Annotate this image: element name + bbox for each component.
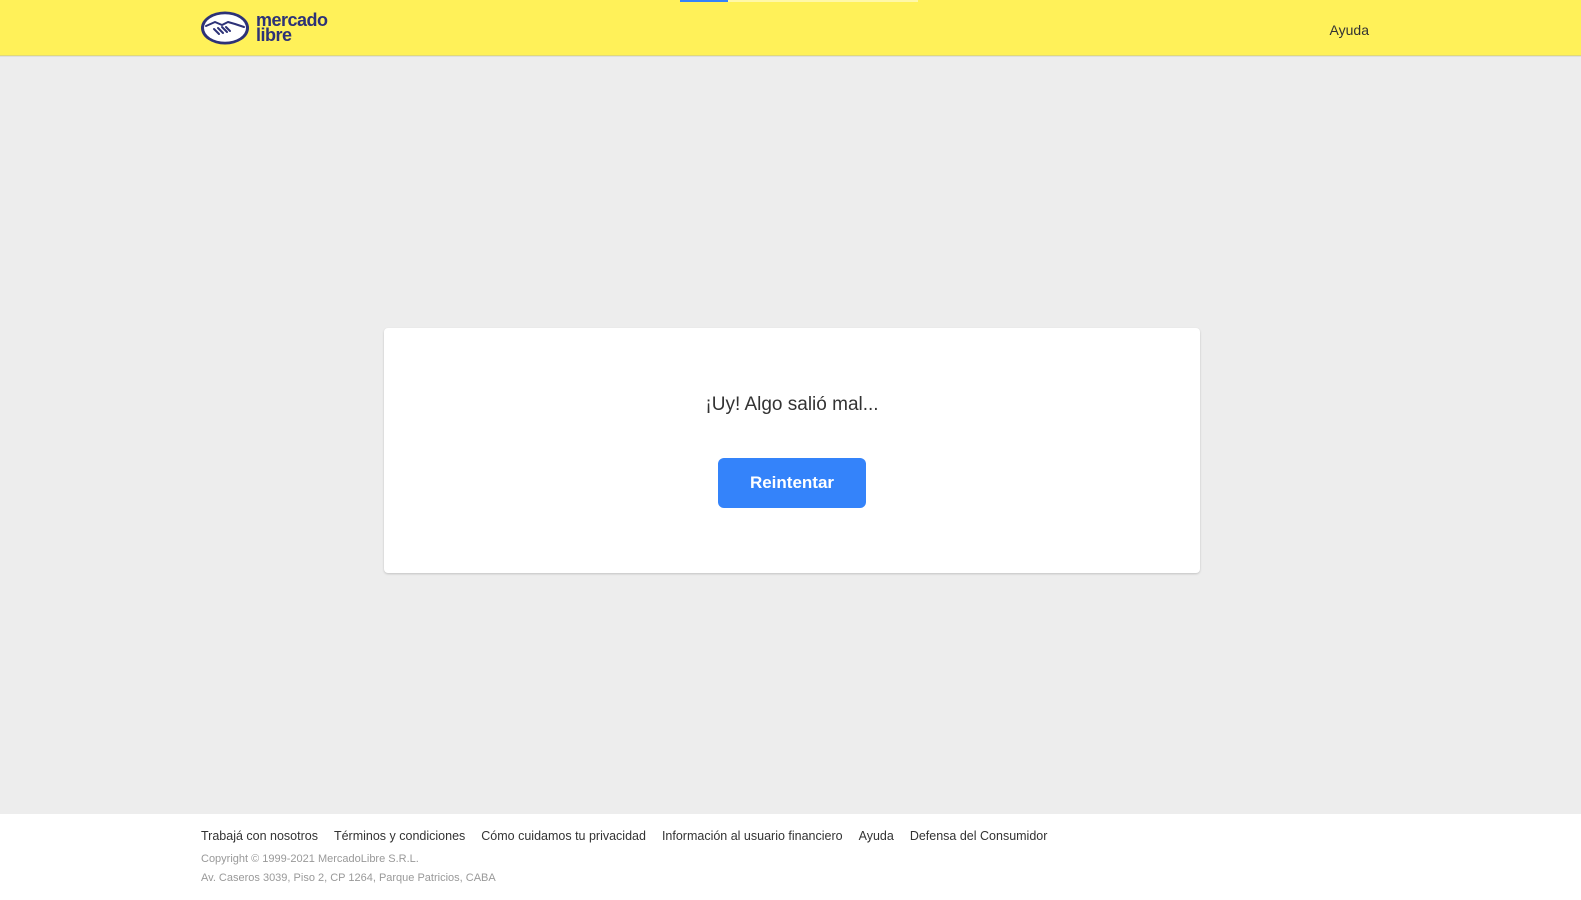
loading-progress-bar (680, 0, 728, 2)
retry-button[interactable]: Reintentar (718, 458, 866, 508)
footer-link-help[interactable]: Ayuda (859, 829, 894, 843)
footer-links: Trabajá con nosotros Términos y condicio… (201, 829, 1047, 843)
address-text: Av. Caseros 3039, Piso 2, CP 1264, Parqu… (201, 872, 496, 884)
copyright-text: Copyright © 1999-2021 MercadoLibre S.R.L… (201, 853, 419, 865)
logo-wordmark: mercado libre (256, 11, 328, 45)
error-card: ¡Uy! Algo salió mal... Reintentar (384, 328, 1200, 573)
top-header: mercado libre Ayuda (0, 0, 1581, 56)
footer-link-careers[interactable]: Trabajá con nosotros (201, 829, 318, 843)
handshake-icon (200, 10, 250, 46)
footer-link-consumer-defense[interactable]: Defensa del Consumidor (910, 829, 1048, 843)
loading-progress-track (728, 0, 918, 2)
mercadolibre-logo[interactable]: mercado libre (200, 9, 328, 47)
footer-link-terms[interactable]: Términos y condiciones (334, 829, 465, 843)
help-link[interactable]: Ayuda (1330, 22, 1369, 38)
logo-line-2: libre (256, 25, 292, 45)
footer-link-financial-info[interactable]: Información al usuario financiero (662, 829, 843, 843)
footer-link-privacy[interactable]: Cómo cuidamos tu privacidad (481, 829, 646, 843)
footer: Trabajá con nosotros Términos y condicio… (0, 814, 1581, 900)
error-title: ¡Uy! Algo salió mal... (705, 394, 879, 415)
